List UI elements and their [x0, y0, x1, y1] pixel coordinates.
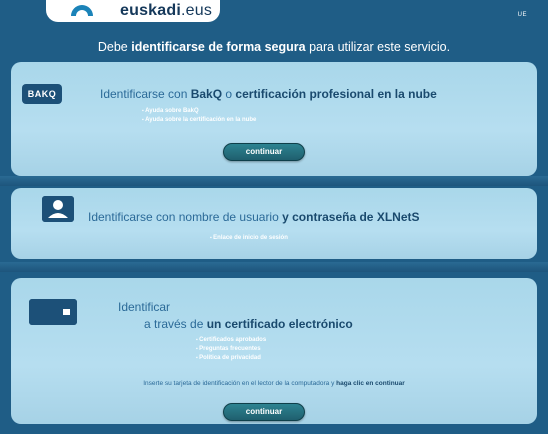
cloud-cert-help-link[interactable]: Ayuda sobre la certificación en la nube: [142, 116, 256, 125]
bakq-heading: Identificarse con BakQ o certificación p…: [100, 87, 437, 101]
approved-certificates-link[interactable]: Certificados aprobados: [196, 336, 266, 345]
logo-text: euskadi.eus: [120, 2, 213, 19]
separator: [0, 176, 548, 186]
bakq-help-link[interactable]: Ayuda sobre BakQ: [142, 107, 256, 116]
bakq-icon: BAKQ: [22, 84, 62, 104]
euskadi-logo-icon: [71, 5, 93, 16]
certificate-heading-line2: a través de un certificado electrónico: [144, 317, 353, 331]
xlnets-heading: Identificarse con nombre de usuario y co…: [88, 210, 420, 224]
separator: [0, 262, 548, 272]
certificate-heading-line1: Identificar: [118, 300, 171, 314]
intro-text: Debe identificarse de forma segura para …: [97, 40, 451, 54]
bakq-links: Ayuda sobre BakQ Ayuda sobre la certific…: [142, 107, 256, 125]
login-link[interactable]: Enlace de inicio de sesión: [210, 234, 288, 243]
xlnets-links: Enlace de inicio de sesión: [210, 234, 288, 243]
language-selector[interactable]: UE: [518, 12, 527, 18]
bakq-continue-button[interactable]: continuar: [223, 143, 305, 161]
top-bar: euskadi.eus UE: [0, 0, 548, 28]
certificate-continue-button[interactable]: continuar: [223, 403, 305, 421]
user-icon: [42, 196, 74, 222]
certificate-links: Certificados aprobados Preguntas frecuen…: [196, 336, 266, 363]
privacy-policy-link[interactable]: Política de privacidad: [196, 354, 266, 363]
faq-link[interactable]: Preguntas frecuentes: [196, 345, 266, 354]
certificate-instruction: Inserte su tarjeta de identificación en …: [143, 380, 405, 387]
logo-tab[interactable]: euskadi.eus: [46, 0, 220, 22]
language-link[interactable]: UE: [518, 12, 527, 18]
card-icon: [29, 299, 77, 325]
